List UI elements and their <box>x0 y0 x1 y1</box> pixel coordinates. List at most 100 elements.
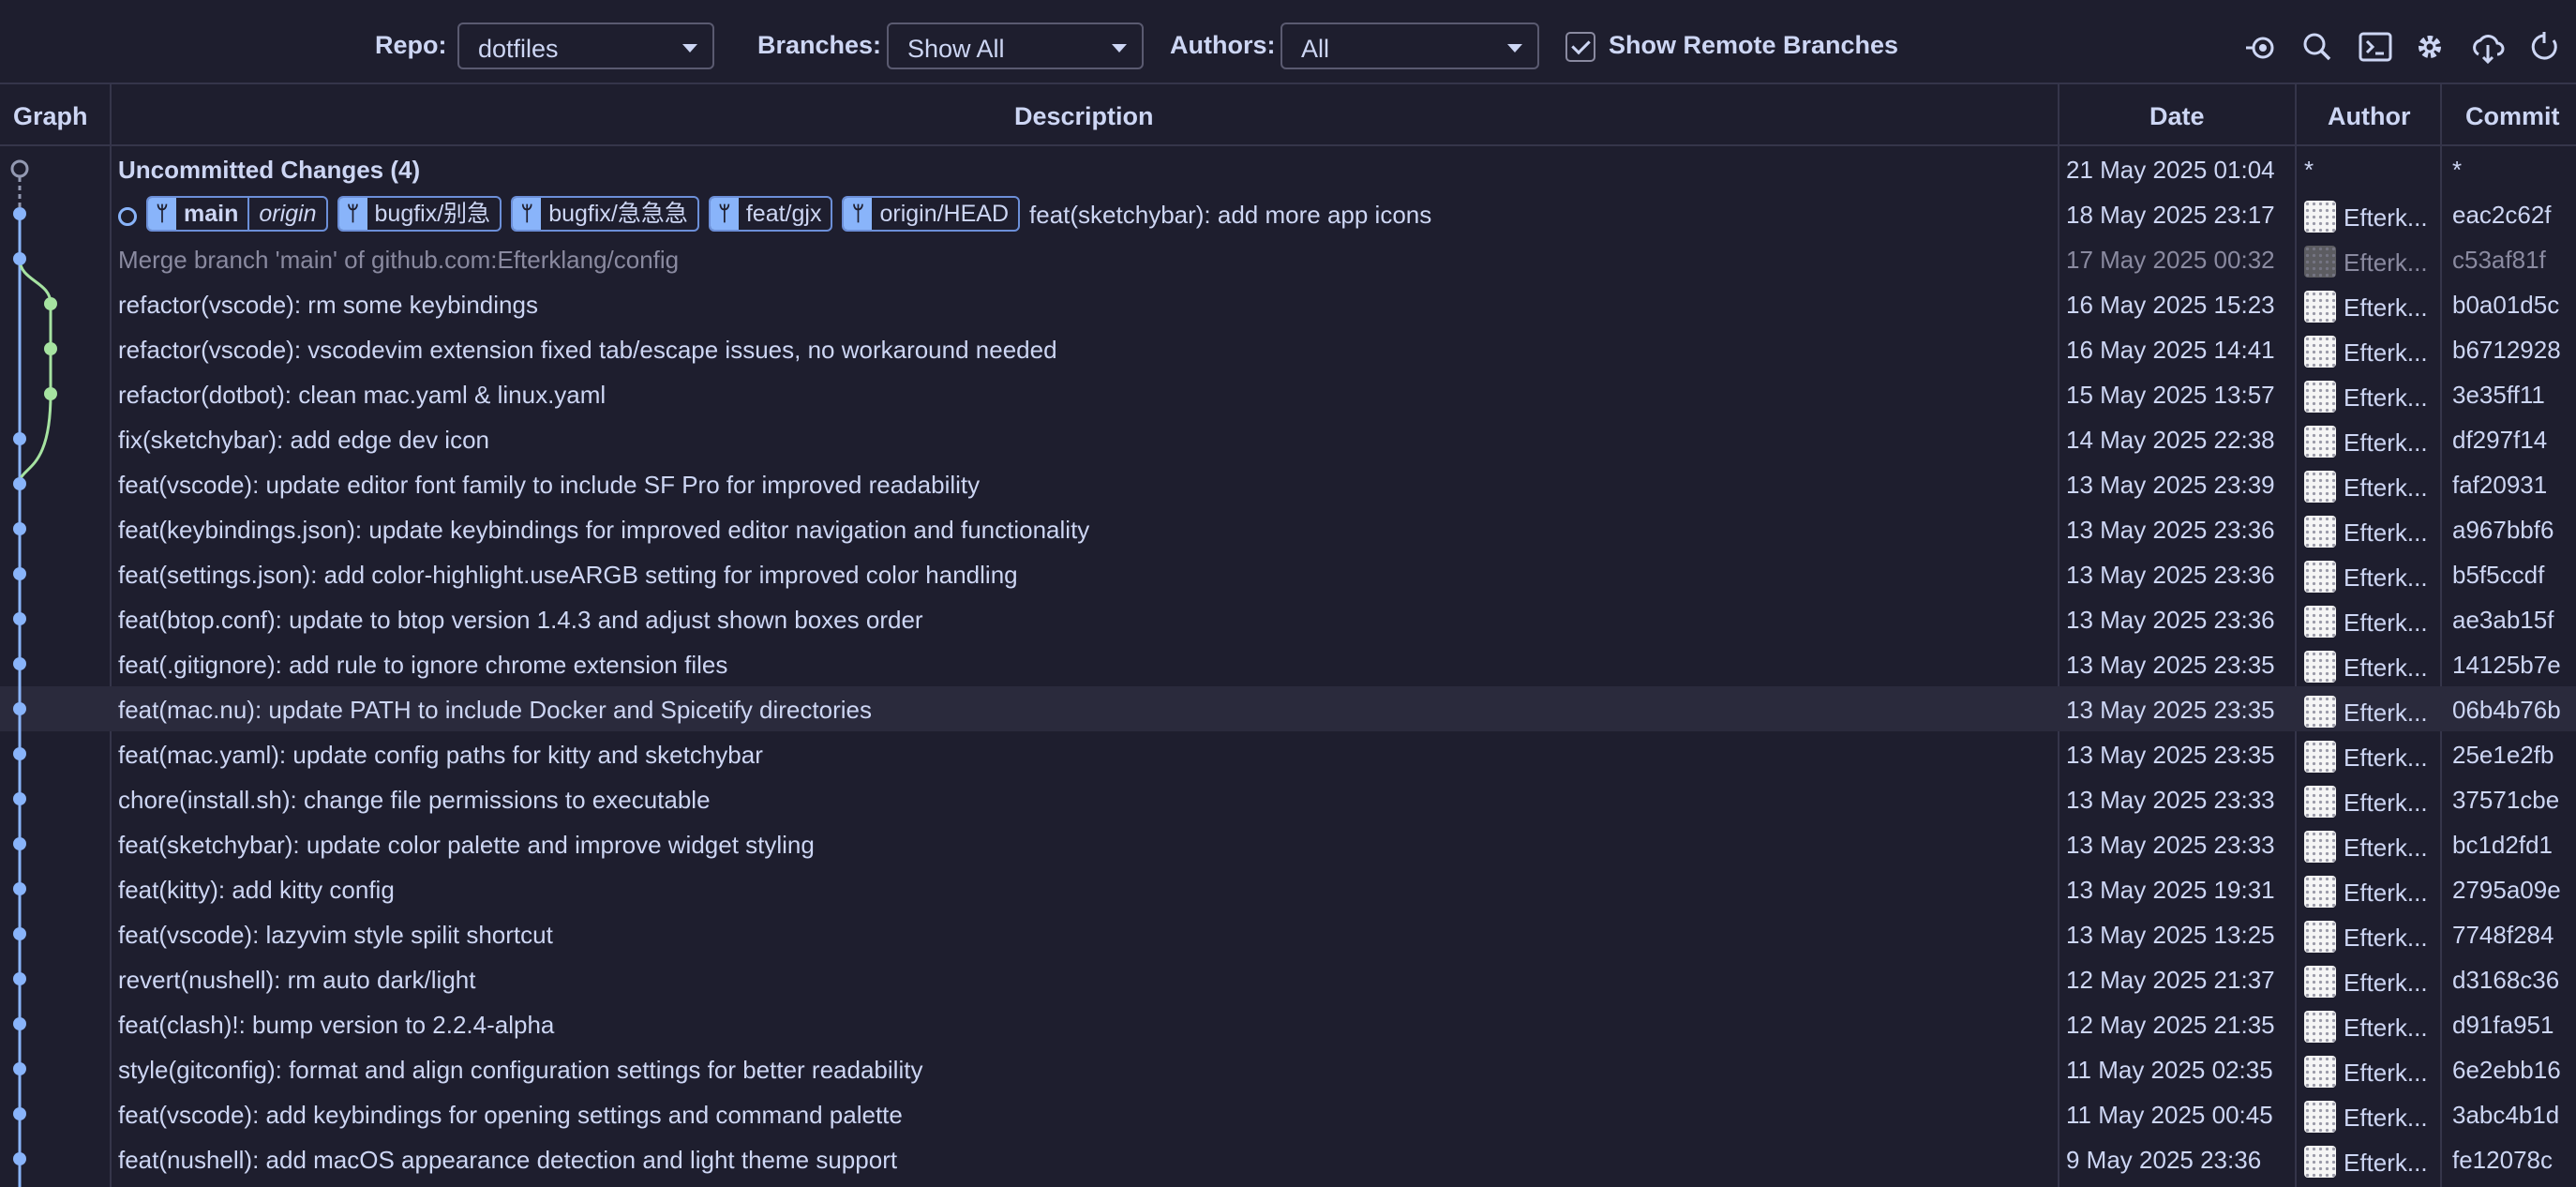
branch-label[interactable]: ᛘ origin/HEAD <box>842 196 1021 232</box>
commit-hash: c53af81f <box>2452 246 2546 274</box>
branch-label[interactable]: ᛘ main origin <box>146 196 328 232</box>
commit-date: 13 May 2025 23:35 <box>2066 741 2275 769</box>
commit-description: ᛘ main origin ᛘ bugfix/别急 ᛘ bugfix/急急急 ᛘ feat/gj… <box>118 196 2049 232</box>
commit-row[interactable]: feat(settings.json): add color-highlight… <box>0 551 2576 596</box>
commit-row[interactable]: revert(nushell): rm auto dark/light 12 Ma… <box>0 956 2576 1001</box>
branch-label[interactable]: ᛘ bugfix/别急 <box>337 196 502 232</box>
column-header-author[interactable]: Author <box>2328 102 2410 131</box>
cloud-download-icon[interactable] <box>2469 28 2507 66</box>
author-name: Efterk... <box>2344 969 2428 997</box>
avatar <box>2304 246 2336 278</box>
branch-icon: ᛘ <box>844 198 873 230</box>
eye-target-icon[interactable] <box>2242 28 2280 66</box>
commit-date: 13 May 2025 23:36 <box>2066 561 2275 589</box>
commit-row[interactable]: feat(clash)!: bump version to 2.2.4-alph… <box>0 1001 2576 1046</box>
author-name: Efterk... <box>2344 834 2428 862</box>
graph-node <box>13 1152 26 1165</box>
show-remote-checkbox[interactable] <box>1565 32 1595 62</box>
graph-node <box>44 387 57 400</box>
commit-description: fix(sketchybar): add edge dev icon <box>118 426 2049 455</box>
commit-description: Merge branch 'main' of github.com:Efterk… <box>118 246 2049 275</box>
commit-author: Efterk... <box>2304 831 2435 863</box>
commit-row[interactable]: feat(keybindings.json): update keybindin… <box>0 506 2576 551</box>
author-name: Efterk... <box>2344 383 2428 412</box>
authors-value: All <box>1301 35 1330 63</box>
show-remote-label[interactable]: Show Remote Branches <box>1609 31 1898 60</box>
commit-hash: 7748f284 <box>2452 921 2554 949</box>
repo-dropdown[interactable]: dotfiles <box>457 23 714 69</box>
commit-row[interactable]: Uncommitted Changes (4) 21 May 2025 01:04… <box>0 146 2576 191</box>
author-name: Efterk... <box>2344 654 2428 682</box>
commit-message: style(gitconfig): format and align confi… <box>118 1056 923 1084</box>
commit-row[interactable]: feat(vscode): lazyvim style spilit short… <box>0 911 2576 956</box>
commit-message: feat(vscode): update editor font family … <box>118 471 981 499</box>
avatar <box>2304 1101 2336 1133</box>
commit-row[interactable]: feat(.gitignore): add rule to ignore chr… <box>0 641 2576 686</box>
graph-edge <box>18 258 52 485</box>
commit-row[interactable]: feat(vscode): update editor font family … <box>0 461 2576 506</box>
search-icon[interactable] <box>2299 28 2336 66</box>
commit-row[interactable]: refactor(vscode): rm some keybindings 16 … <box>0 281 2576 326</box>
commit-row[interactable]: Merge branch 'main' of github.com:Efterk… <box>0 236 2576 281</box>
commit-row[interactable]: refactor(vscode): vscodevim extension fi… <box>0 326 2576 371</box>
graph-node <box>13 207 26 220</box>
commit-row[interactable]: chore(install.sh): change file permissio… <box>0 776 2576 821</box>
commit-message: Uncommitted Changes (4) <box>118 156 421 184</box>
commit-row[interactable]: feat(mac.nu): update PATH to include Doc… <box>0 686 2576 731</box>
gear-icon[interactable] <box>2411 28 2449 66</box>
commit-date: 16 May 2025 14:41 <box>2066 336 2275 364</box>
commit-row[interactable]: ᛘ main origin ᛘ bugfix/别急 ᛘ bugfix/急急急 ᛘ feat/gj… <box>0 191 2576 236</box>
commit-author: Efterk... <box>2304 921 2435 953</box>
commit-row[interactable]: feat(btop.conf): update to btop version … <box>0 596 2576 641</box>
branch-name: main <box>184 201 239 227</box>
commit-message: feat(.gitignore): add rule to ignore chr… <box>118 651 728 679</box>
commit-row[interactable]: fix(sketchybar): add edge dev icon 14 May… <box>0 416 2576 461</box>
refresh-icon[interactable] <box>2525 28 2563 66</box>
table-header: Graph Description Date Author Commit <box>0 84 2576 146</box>
commit-date: 14 May 2025 22:38 <box>2066 426 2275 454</box>
branch-label[interactable]: ᛘ bugfix/急急急 <box>511 196 699 232</box>
commit-row[interactable]: feat(mac.yaml): update config paths for … <box>0 731 2576 776</box>
commit-row[interactable]: refactor(dotbot): clean mac.yaml & linux… <box>0 371 2576 416</box>
branch-icon: ᛘ <box>710 198 739 230</box>
commit-row[interactable]: style(gitconfig): format and align confi… <box>0 1046 2576 1091</box>
commit-description: feat(.gitignore): add rule to ignore chr… <box>118 651 2049 680</box>
terminal-icon[interactable] <box>2357 28 2394 66</box>
commit-hash: 2795a09e <box>2452 876 2561 904</box>
commit-row[interactable]: feat(kitty): add kitty config 13 May 2025… <box>0 866 2576 911</box>
branches-dropdown[interactable]: Show All <box>887 23 1144 69</box>
author-name: Efterk... <box>2344 338 2428 367</box>
graph-node <box>13 477 26 490</box>
column-header-graph[interactable]: Graph <box>13 102 88 131</box>
commit-message: fix(sketchybar): add edge dev icon <box>118 426 489 454</box>
commit-hash: d3168c36 <box>2452 966 2560 994</box>
avatar <box>2304 1011 2336 1043</box>
commit-description: feat(vscode): lazyvim style spilit short… <box>118 921 2049 950</box>
repo-label: Repo: <box>375 31 447 59</box>
commit-row[interactable]: feat(nushell): add macOS appearance dete… <box>0 1136 2576 1181</box>
commit-row[interactable]: feat(vscode): add keybindings for openin… <box>0 1091 2576 1136</box>
avatar <box>2304 966 2336 998</box>
commit-hash: 14125b7e <box>2452 651 2561 679</box>
column-header-commit[interactable]: Commit <box>2465 102 2560 131</box>
authors-dropdown[interactable]: All <box>1281 23 1539 69</box>
commit-date: 13 May 2025 19:31 <box>2066 876 2275 904</box>
column-header-description[interactable]: Description <box>1014 102 1154 131</box>
avatar <box>2304 426 2336 458</box>
author-name: Efterk... <box>2344 924 2428 952</box>
commit-author: Efterk... <box>2304 336 2435 368</box>
commit-row[interactable]: feat(sketchybar): update color palette a… <box>0 821 2576 866</box>
branch-name: origin/HEAD <box>879 201 1010 227</box>
avatar <box>2304 831 2336 863</box>
avatar <box>2304 651 2336 683</box>
branch-name: bugfix/别急 <box>374 201 491 227</box>
column-header-date[interactable]: Date <box>2149 102 2205 131</box>
commit-message: refactor(vscode): vscodevim extension fi… <box>118 336 1057 364</box>
commit-hash: 6e2ebb16 <box>2452 1056 2561 1084</box>
commit-description: feat(clash)!: bump version to 2.2.4-alph… <box>118 1011 2049 1040</box>
commit-author: Efterk... <box>2304 516 2435 548</box>
branch-label[interactable]: ᛘ feat/gjx <box>708 196 833 232</box>
graph-node <box>13 612 26 625</box>
commit-description: Uncommitted Changes (4) <box>118 156 2049 185</box>
graph-node <box>44 297 57 310</box>
